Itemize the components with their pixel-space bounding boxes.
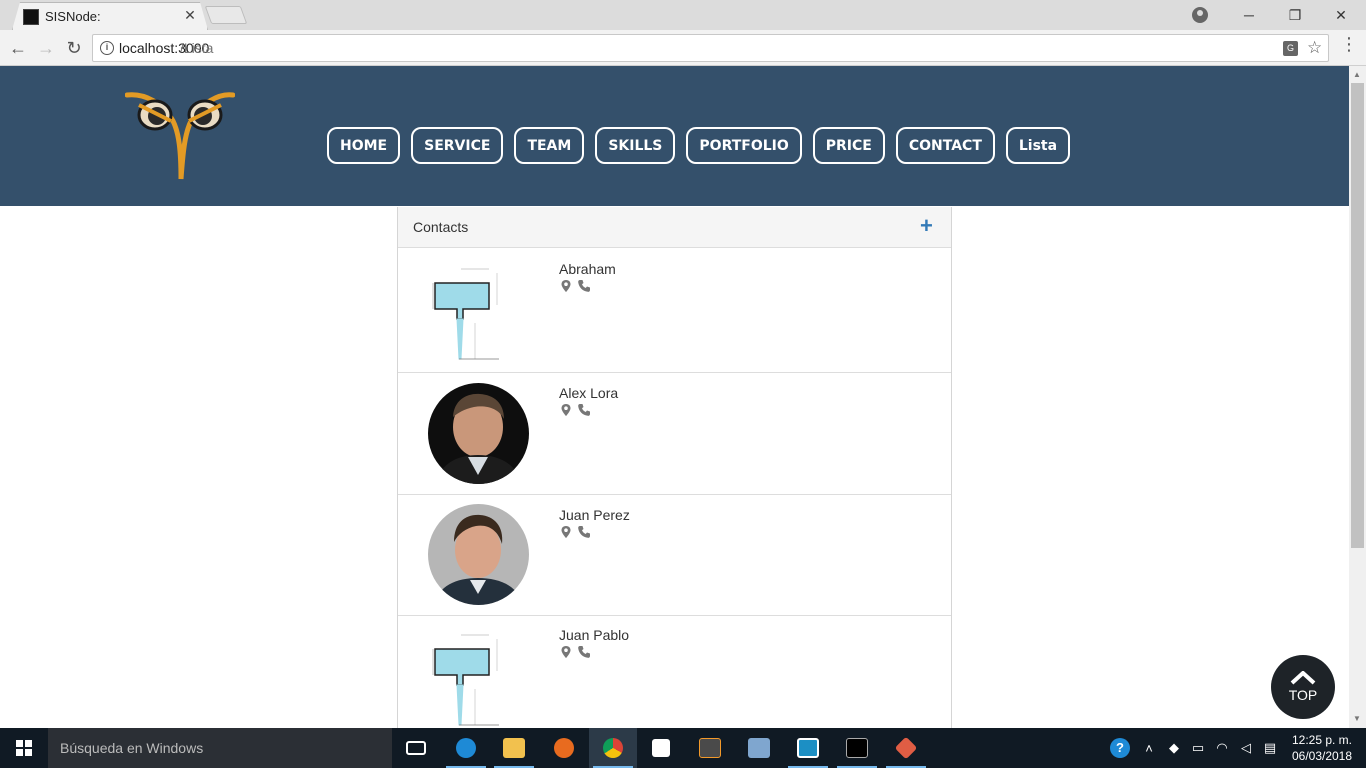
app-icon[interactable] — [784, 728, 832, 768]
new-tab-button[interactable] — [204, 6, 248, 24]
nav-portfolio[interactable]: PORTFOLIO — [686, 127, 802, 164]
taskbar-clock[interactable]: 12:25 p. m. 06/03/2018 — [1286, 732, 1358, 764]
page-scrollbar[interactable]: ▲ ▼ — [1349, 66, 1366, 728]
firefox-icon[interactable] — [540, 728, 588, 768]
location-pin-icon[interactable] — [559, 403, 573, 417]
browser-menu-icon[interactable]: ⋮ — [1340, 34, 1358, 55]
contact-name: Juan Pablo — [559, 627, 630, 643]
contact-actions — [559, 279, 591, 293]
contacts-panel-header: Contacts + — [398, 207, 951, 248]
scroll-thumb[interactable] — [1351, 83, 1364, 548]
git-icon[interactable] — [882, 728, 930, 768]
chevron-up-icon — [1290, 671, 1316, 685]
contact-name: Alex Lora — [559, 385, 619, 401]
contact-actions — [559, 645, 591, 659]
contact-name: Abraham — [559, 261, 616, 277]
contact-avatar-sign — [432, 634, 499, 726]
tray-expand-icon[interactable]: ˄ — [1140, 728, 1158, 768]
phone-icon[interactable] — [577, 279, 591, 293]
contact-row[interactable]: Alex Lora — [398, 373, 951, 495]
nav-price[interactable]: PRICE — [812, 127, 885, 164]
main-nav: HOME SERVICE TEAM SKILLS PORTFOLIO PRICE… — [327, 127, 1071, 164]
info-icon[interactable]: i — [100, 41, 114, 55]
contact-avatar-photo — [428, 383, 529, 484]
back-to-top-button[interactable]: TOP — [1271, 655, 1335, 719]
sublime-text-icon[interactable] — [686, 728, 734, 768]
wifi-icon[interactable]: ◠ — [1212, 728, 1232, 768]
restore-button[interactable]: ❐ — [1272, 0, 1318, 30]
close-window-button[interactable]: ✕ — [1318, 0, 1364, 30]
volume-icon[interactable]: ◁ — [1236, 728, 1256, 768]
battery-icon[interactable]: ▭ — [1188, 728, 1208, 768]
browser-toolbar: ← → ↻ i localhost:3000 /Lista G ☆ ⋮ — [0, 30, 1366, 66]
chrome-icon[interactable] — [589, 728, 637, 768]
terminal-icon[interactable] — [833, 728, 881, 768]
address-bar[interactable]: i localhost:3000 /Lista G ☆ — [92, 34, 1329, 62]
edge-icon[interactable] — [442, 728, 490, 768]
remote-desktop-icon[interactable] — [735, 728, 783, 768]
reload-icon[interactable]: ↻ — [62, 36, 86, 60]
clock-date: 06/03/2018 — [1291, 749, 1353, 763]
taskbar-search[interactable]: Búsqueda en Windows — [48, 728, 392, 768]
contact-actions — [559, 525, 591, 539]
clock-time: 12:25 p. m. — [1291, 733, 1353, 747]
contact-name: Juan Perez — [559, 507, 630, 523]
forward-icon[interactable]: → — [34, 36, 58, 60]
add-contact-icon[interactable]: + — [920, 213, 933, 239]
phone-icon[interactable] — [577, 525, 591, 539]
owl-logo[interactable] — [125, 91, 235, 183]
contact-row[interactable]: Juan Perez — [398, 495, 951, 616]
nav-contact[interactable]: CONTACT — [895, 127, 995, 164]
nav-team[interactable]: TEAM — [514, 127, 585, 164]
contact-avatar-photo — [428, 504, 529, 605]
back-to-top-label: TOP — [1288, 687, 1318, 703]
store-icon[interactable] — [637, 728, 685, 768]
scroll-down-icon[interactable]: ▼ — [1353, 714, 1361, 723]
page-viewport: HOME SERVICE TEAM SKILLS PORTFOLIO PRICE… — [0, 66, 1349, 728]
back-icon[interactable]: ← — [6, 36, 30, 60]
browser-tab-bar: SISNode: ✕ ─ ❐ ✕ — [0, 0, 1366, 30]
taskbar-search-placeholder: Búsqueda en Windows — [60, 740, 204, 756]
minimize-button[interactable]: ─ — [1226, 0, 1272, 30]
contact-actions — [559, 403, 591, 417]
contact-avatar-sign — [432, 268, 499, 360]
scroll-up-icon[interactable]: ▲ — [1353, 70, 1361, 79]
location-pin-icon[interactable] — [559, 645, 573, 659]
tab-title: SISNode: — [45, 9, 101, 24]
windows-taskbar: Búsqueda en Windows ? ˄ ◆ ▭ ◠ ◁ ▤ 12:25 … — [0, 728, 1366, 768]
contact-row[interactable]: Abraham — [398, 249, 951, 373]
url-path: /Lista — [180, 40, 214, 56]
contacts-panel: Contacts + Abraham Alex Lora Juan Perez … — [397, 207, 952, 728]
phone-icon[interactable] — [577, 403, 591, 417]
translate-icon[interactable]: G — [1283, 41, 1298, 56]
dropbox-icon[interactable]: ◆ — [1164, 728, 1184, 768]
favicon-icon — [23, 9, 39, 25]
location-pin-icon[interactable] — [559, 279, 573, 293]
nav-skills[interactable]: SKILLS — [595, 127, 676, 164]
contacts-title: Contacts — [413, 219, 469, 235]
bookmark-star-icon[interactable]: ☆ — [1307, 38, 1322, 58]
phone-icon[interactable] — [577, 645, 591, 659]
nav-lista[interactable]: Lista — [1005, 127, 1071, 164]
keyboard-icon[interactable]: ▤ — [1260, 728, 1280, 768]
browser-tab[interactable]: SISNode: ✕ — [12, 2, 208, 30]
site-header: HOME SERVICE TEAM SKILLS PORTFOLIO PRICE… — [0, 66, 1349, 206]
start-button[interactable] — [0, 728, 48, 768]
contact-row[interactable]: Juan Pablo — [398, 616, 951, 728]
nav-service[interactable]: SERVICE — [411, 127, 504, 164]
profile-icon[interactable] — [1192, 7, 1208, 23]
nav-home[interactable]: HOME — [327, 127, 401, 164]
task-view-icon[interactable] — [392, 728, 440, 768]
help-icon[interactable]: ? — [1108, 728, 1132, 768]
file-explorer-icon[interactable] — [490, 728, 538, 768]
location-pin-icon[interactable] — [559, 525, 573, 539]
windows-logo-icon — [16, 740, 32, 756]
tab-close-icon[interactable]: ✕ — [183, 7, 197, 24]
